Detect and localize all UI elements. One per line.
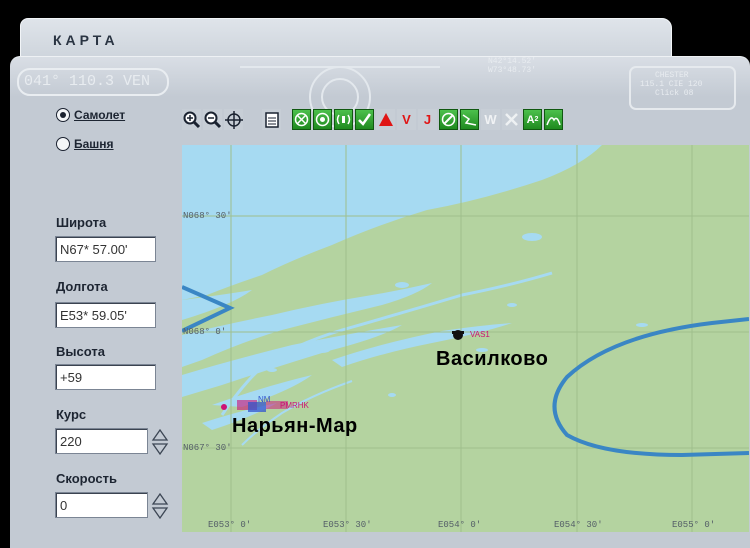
j-icon[interactable]: J bbox=[418, 109, 437, 130]
bg-box-1: CHESTER bbox=[655, 71, 689, 80]
speed-spinner[interactable] bbox=[151, 492, 169, 520]
bg-coords-2: W73°48.73' bbox=[488, 66, 537, 75]
speed-label: Скорость bbox=[56, 471, 117, 486]
ndb-icon[interactable] bbox=[313, 109, 332, 130]
heading-label: Курс bbox=[56, 407, 87, 422]
map-toolbar-print bbox=[262, 109, 283, 131]
window-title: КАРТА bbox=[53, 32, 119, 48]
city-label-vasilkovo: Василково bbox=[436, 348, 549, 370]
heading-field[interactable]: 220 bbox=[55, 428, 148, 454]
print-icon[interactable] bbox=[262, 109, 281, 130]
vor-icon[interactable] bbox=[292, 109, 311, 130]
w-icon[interactable]: W bbox=[481, 109, 500, 130]
lon-label-4: E054° 30' bbox=[554, 520, 603, 530]
route-icon[interactable] bbox=[460, 109, 479, 130]
map-canvas[interactable] bbox=[182, 145, 749, 532]
bg-box-3: Click 08 bbox=[655, 89, 694, 98]
heading-spinner[interactable] bbox=[151, 428, 169, 456]
airspace-boundary-east bbox=[552, 317, 749, 458]
vasilkovo-code: VAS1 bbox=[470, 330, 490, 339]
spin-down-icon bbox=[151, 443, 169, 456]
a-icon[interactable]: A2 bbox=[523, 109, 542, 130]
lon-label-5: E055° 0' bbox=[672, 520, 716, 530]
radio-airplane[interactable]: Самолет bbox=[56, 108, 125, 122]
lat-label-3: N067° 30' bbox=[183, 443, 232, 453]
radio-dot-airplane[interactable] bbox=[56, 108, 70, 122]
ils-icon[interactable] bbox=[334, 109, 353, 130]
x-icon[interactable] bbox=[502, 109, 521, 130]
altitude-field[interactable]: +59 bbox=[55, 364, 156, 390]
bg-frequency: 041° 110.3 VEN bbox=[24, 73, 151, 90]
latitude-field[interactable]: N67* 57.00' bbox=[55, 236, 156, 262]
speed-field[interactable]: 0 bbox=[55, 492, 148, 518]
radio-dot-tower[interactable] bbox=[56, 137, 70, 151]
spin-up-icon bbox=[151, 428, 169, 441]
naryan-mar-code: NM bbox=[258, 395, 271, 404]
spin-down-icon bbox=[151, 507, 169, 520]
map-view[interactable]: VAS1 NM PMRHK Василково Нарьян-Мар N068°… bbox=[182, 145, 749, 532]
airport-icon[interactable] bbox=[439, 109, 458, 130]
longitude-field[interactable]: E53* 59.05' bbox=[55, 302, 156, 328]
lat-label-1: N068° 30' bbox=[183, 211, 232, 221]
radio-airplane-label: Самолет bbox=[74, 108, 126, 122]
city-label-naryan-mar: Нарьян-Мар bbox=[232, 415, 358, 437]
map-toolbar-layers: V J W A2 bbox=[292, 109, 565, 131]
radio-tower[interactable]: Башня bbox=[56, 137, 114, 151]
center-icon[interactable] bbox=[224, 109, 243, 130]
lon-label-3: E054° 0' bbox=[438, 520, 482, 530]
bg-coords-1: N42°14.52' bbox=[488, 57, 537, 66]
triangle-icon[interactable] bbox=[376, 109, 395, 130]
altitude-label: Высота bbox=[56, 344, 105, 359]
zoom-in-icon[interactable] bbox=[182, 109, 201, 130]
naryan-mar-code-extra: PMRHK bbox=[280, 401, 309, 410]
lon-label-2: E053° 30' bbox=[323, 520, 372, 530]
spin-up-icon bbox=[151, 492, 169, 505]
vasilkovo-marker[interactable] bbox=[452, 330, 464, 340]
longitude-label: Долгота bbox=[56, 279, 108, 294]
a-icon-letter: A bbox=[526, 113, 535, 126]
bg-box-2: 115.1 CIE 120 bbox=[640, 80, 703, 89]
lon-label-1: E053° 0' bbox=[208, 520, 252, 530]
map-toolbar-zoom bbox=[182, 109, 245, 131]
zoom-out-icon[interactable] bbox=[203, 109, 222, 130]
latitude-label: Широта bbox=[56, 215, 107, 230]
radio-tower-label: Башня bbox=[74, 137, 114, 151]
lat-label-2: N068° 0' bbox=[183, 327, 227, 337]
check-icon[interactable] bbox=[355, 109, 374, 130]
terrain-icon[interactable] bbox=[544, 109, 563, 130]
v-icon[interactable]: V bbox=[397, 109, 416, 130]
